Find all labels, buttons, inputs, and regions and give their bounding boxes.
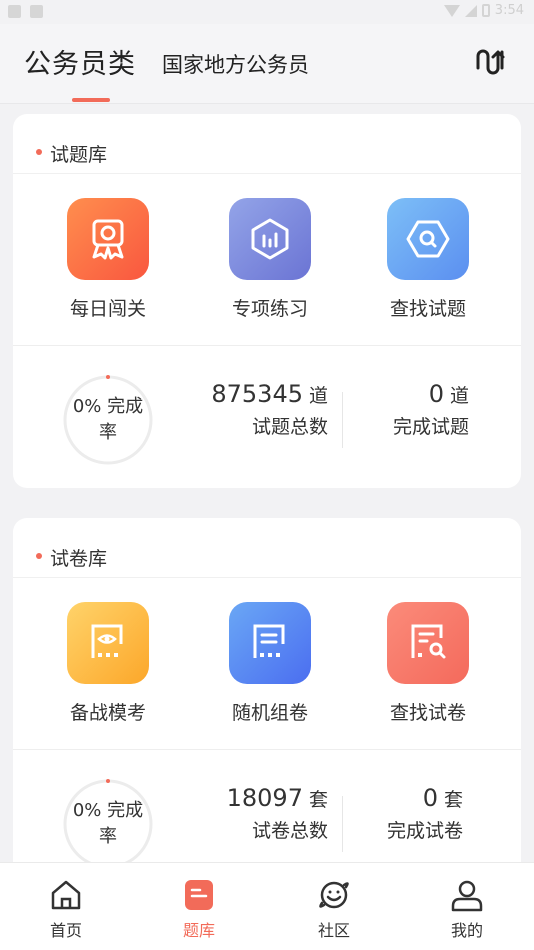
- tab-mine[interactable]: 我的: [427, 877, 507, 941]
- special-practice-button[interactable]: 专项练习: [210, 198, 330, 321]
- home-icon: [51, 880, 81, 910]
- battery-icon: [481, 4, 490, 17]
- chart-icon: [229, 198, 311, 280]
- tab-bar: 首页 题库 社区 我的: [0, 862, 534, 950]
- award-icon: [67, 198, 149, 280]
- doc-icon: [229, 602, 311, 684]
- page-title[interactable]: 公务员类: [24, 42, 136, 81]
- category-subtitle[interactable]: 国家地方公务员: [162, 49, 309, 79]
- completion-rate: 0% 完成 率: [72, 396, 144, 443]
- tab-community[interactable]: 社区: [294, 877, 374, 941]
- signal-icon: [464, 4, 477, 17]
- hex-search-icon: [387, 198, 469, 280]
- paper-done-stat: 0套 完成试卷: [386, 784, 463, 842]
- find-question-button[interactable]: 查找试题: [368, 198, 488, 321]
- question-bank-card: 试题库 每日闯关 专项练习 查找试题 0% 完成 率 875345 道 试题总数…: [13, 114, 521, 488]
- completion-rate: 0% 完成 率: [72, 800, 144, 847]
- question-total-stat: 875345 道 试题总数: [211, 380, 328, 438]
- tab-question-bank[interactable]: 题库: [159, 877, 239, 941]
- switch-icon[interactable]: [474, 44, 510, 80]
- random-paper-button[interactable]: 随机组卷: [210, 602, 330, 725]
- divider: [342, 796, 343, 852]
- header: 公务员类 国家地方公务员: [0, 24, 534, 104]
- mock-exam-button[interactable]: 备战模考: [48, 602, 168, 725]
- paper-bank-card: 试卷库 备战模考 随机组卷 查找试卷 0% 完成 率 18097 套 试卷总数 …: [13, 518, 521, 892]
- daily-challenge-button[interactable]: 每日闯关: [48, 198, 168, 321]
- question-bank-icon: [185, 880, 213, 910]
- notification-icon: [30, 5, 43, 18]
- find-paper-button[interactable]: 查找试卷: [368, 602, 488, 725]
- notification-icon: [8, 5, 21, 18]
- section-title: 试题库: [50, 144, 108, 166]
- wifi-icon: [443, 4, 460, 17]
- status-time: 3:54: [494, 3, 524, 18]
- user-icon: [451, 880, 483, 912]
- divider: [342, 392, 343, 448]
- doc-search-icon: [387, 602, 469, 684]
- active-tab-indicator: [72, 98, 110, 102]
- title-dot: [36, 149, 42, 155]
- status-bar: 3:54: [0, 0, 534, 24]
- eye-doc-icon: [67, 602, 149, 684]
- tab-home[interactable]: 首页: [26, 877, 106, 941]
- question-done-stat: 0道 完成试题: [392, 380, 469, 438]
- section-title: 试卷库: [50, 548, 108, 570]
- planet-icon: [319, 881, 349, 909]
- title-dot: [36, 553, 42, 559]
- paper-total-stat: 18097 套 试卷总数: [226, 784, 328, 842]
